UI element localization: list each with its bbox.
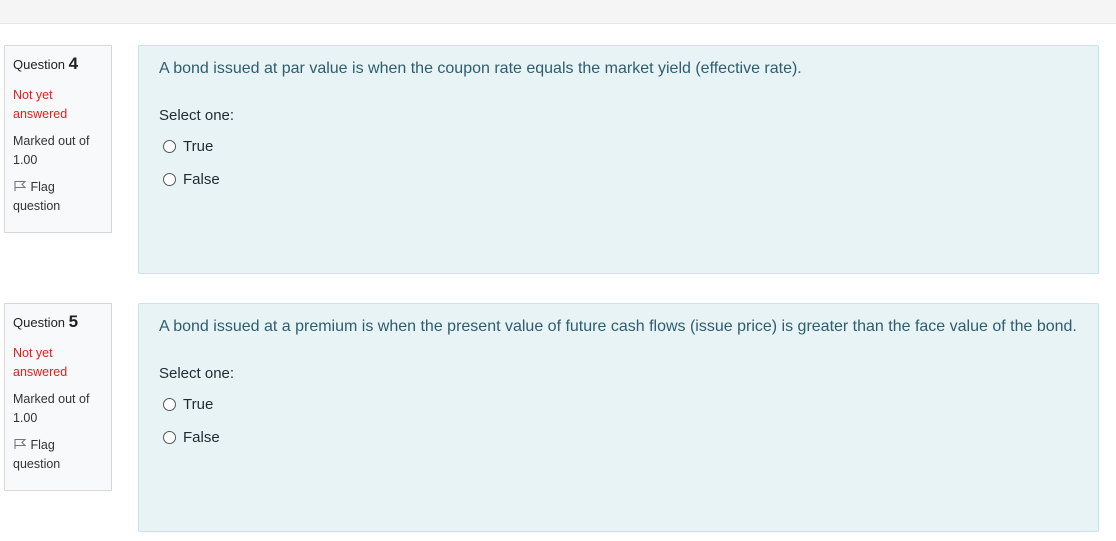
question-state: Not yet answered xyxy=(13,346,68,379)
option-true[interactable]: True xyxy=(159,388,1078,421)
question-text: A bond issued at a premium is when the p… xyxy=(159,318,1077,335)
flag-question-link[interactable]: Flag question xyxy=(13,178,103,216)
question-content-q5: A bond issued at a premium is when the p… xyxy=(138,303,1099,532)
answer-options: True False xyxy=(159,388,1078,454)
option-false[interactable]: False xyxy=(159,421,1078,454)
question-grade: Marked out of 1.00 xyxy=(13,392,90,425)
question-number: Question 5 xyxy=(13,312,79,331)
radio-button[interactable] xyxy=(163,140,176,153)
question-info-q5: Question 5 Not yet answered Marked out o… xyxy=(4,303,112,491)
option-false[interactable]: False xyxy=(159,163,1078,196)
select-one-prompt: Select one: xyxy=(159,107,235,124)
question-info-q4: Question 4 Not yet answered Marked out o… xyxy=(4,45,112,233)
select-one-prompt: Select one: xyxy=(159,365,235,382)
top-bar xyxy=(0,0,1116,24)
question-state: Not yet answered xyxy=(13,88,68,121)
question-number: Question 4 xyxy=(13,54,79,73)
question-content-q4: A bond issued at par value is when the c… xyxy=(138,45,1099,274)
radio-button[interactable] xyxy=(163,398,176,411)
radio-button[interactable] xyxy=(163,173,176,186)
question-grade: Marked out of 1.00 xyxy=(13,134,90,167)
flag-icon xyxy=(14,438,27,449)
flag-question-link[interactable]: Flag question xyxy=(13,436,103,474)
flag-icon xyxy=(14,180,27,191)
radio-button[interactable] xyxy=(163,431,176,444)
question-text: A bond issued at par value is when the c… xyxy=(159,60,802,77)
answer-options: True False xyxy=(159,130,1078,196)
option-true[interactable]: True xyxy=(159,130,1078,163)
